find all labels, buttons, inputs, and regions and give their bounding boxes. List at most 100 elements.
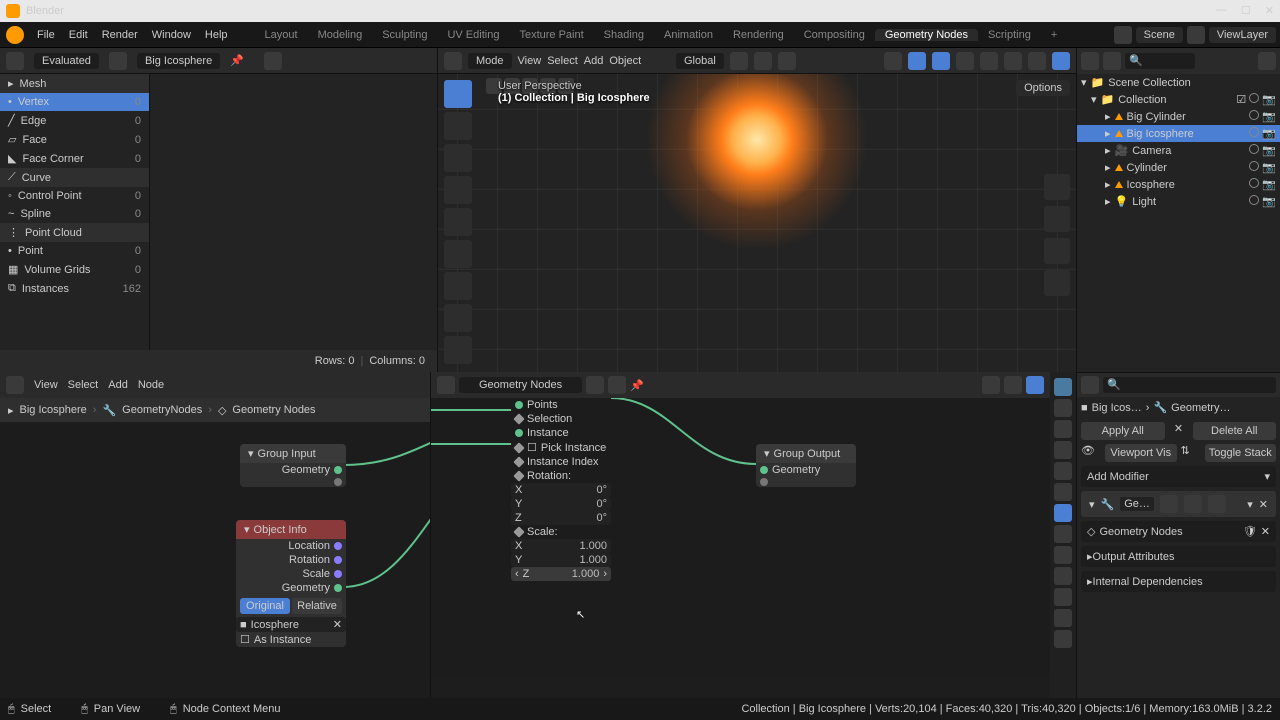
add-workspace-icon[interactable]: + <box>1041 29 1067 41</box>
node-instance-on-points[interactable]: Points Selection Instance ☐Pick Instance… <box>511 398 611 581</box>
tool-move-icon[interactable] <box>444 144 472 172</box>
blender-logo-icon[interactable] <box>6 26 24 44</box>
tab-geometry-nodes[interactable]: Geometry Nodes <box>875 29 978 41</box>
snap-icon[interactable] <box>754 52 772 70</box>
outliner-item[interactable]: ▸Big Cylinder📷 <box>1077 108 1280 125</box>
close-icon[interactable]: ✕ <box>1265 4 1274 17</box>
maximize-icon[interactable]: ☐ <box>1241 4 1251 17</box>
overlay-icon[interactable] <box>932 52 950 70</box>
toggle-stack-button[interactable]: Toggle Stack <box>1205 444 1277 462</box>
zoom-icon[interactable] <box>1044 174 1070 200</box>
render-icon[interactable] <box>1208 495 1226 513</box>
edit-mode-icon[interactable] <box>1160 495 1178 513</box>
close-icon[interactable]: ✕ <box>1169 422 1189 440</box>
domain-curve[interactable]: ⟋Curve <box>0 168 149 187</box>
editor-type-icon[interactable] <box>1081 52 1099 70</box>
menu-render[interactable]: Render <box>95 29 145 41</box>
node-group-output[interactable]: ▾Group Output Geometry <box>756 444 856 487</box>
domain-volumegrids[interactable]: ▦Volume Grids0 <box>0 260 149 279</box>
tab-shading[interactable]: Shading <box>594 29 654 41</box>
domain-instances[interactable]: ⧉Instances162 <box>0 279 149 298</box>
domain-vertex[interactable]: •Vertex0 <box>0 93 149 111</box>
menu-file[interactable]: File <box>30 29 62 41</box>
outliner-item[interactable]: ▸Icosphere📷 <box>1077 176 1280 193</box>
tab-rendering[interactable]: Rendering <box>723 29 794 41</box>
viewport-vis-icon[interactable]: 👁 <box>1081 444 1101 462</box>
editor-type-icon[interactable] <box>6 376 24 394</box>
tab-sculpting[interactable]: Sculpting <box>372 29 437 41</box>
tab-object-icon[interactable] <box>1054 483 1072 501</box>
add-modifier-dropdown[interactable]: Add Modifier▾ <box>1081 466 1276 487</box>
editor-type-icon[interactable] <box>437 376 455 394</box>
tab-physics-icon[interactable] <box>1054 546 1072 564</box>
menu-view[interactable]: View <box>518 55 542 67</box>
nodegroup-name[interactable]: Geometry Nodes <box>459 377 582 393</box>
menu-view[interactable]: View <box>34 379 58 391</box>
viewlayer-field[interactable]: ViewLayer <box>1209 27 1276 43</box>
shading-rendered-icon[interactable] <box>1052 52 1070 70</box>
menu-edit[interactable]: Edit <box>62 29 95 41</box>
scale-z[interactable]: ‹Z1.000› <box>511 567 611 581</box>
outliner-item[interactable]: ▸🎥Camera📷 <box>1077 142 1280 159</box>
tab-scene-icon[interactable] <box>1054 441 1072 459</box>
tab-uv[interactable]: UV Editing <box>437 29 509 41</box>
tool-annotate-icon[interactable] <box>444 272 472 300</box>
tool-cursor-icon[interactable] <box>444 112 472 140</box>
mode-dropdown[interactable]: Mode <box>468 53 512 69</box>
editor-type-icon[interactable] <box>6 52 24 70</box>
tool-scale-icon[interactable] <box>444 208 472 236</box>
outliner-item[interactable]: ▸Cylinder📷 <box>1077 159 1280 176</box>
shield-icon[interactable] <box>586 376 604 394</box>
tool-add-icon[interactable] <box>444 336 472 364</box>
pick-instance-checkbox[interactable]: ☐Pick Instance <box>511 440 611 455</box>
tab-viewlayer-icon[interactable] <box>1054 420 1072 438</box>
domain-face-corner[interactable]: ◣Face Corner0 <box>0 149 149 168</box>
camera-view-icon[interactable] <box>1044 238 1070 264</box>
unlink-icon[interactable] <box>608 376 626 394</box>
viewport-vis-button[interactable]: Viewport Vis <box>1105 444 1177 462</box>
scene-field[interactable]: Scene <box>1136 27 1183 43</box>
rotation-z[interactable]: Z0° <box>511 511 611 525</box>
menu-node[interactable]: Node <box>138 379 164 391</box>
node-canvas-right[interactable]: Points Selection Instance ☐Pick Instance… <box>431 398 1050 674</box>
overlay-icon[interactable] <box>1026 376 1044 394</box>
tool-select-icon[interactable] <box>444 80 472 108</box>
menu-add[interactable]: Add <box>108 379 128 391</box>
tab-modeling[interactable]: Modeling <box>308 29 373 41</box>
shading-solid-icon[interactable] <box>1004 52 1022 70</box>
object-picker[interactable]: ■Icosphere✕ <box>236 617 346 632</box>
scale-y[interactable]: Y1.000 <box>511 553 611 567</box>
tab-render-icon[interactable] <box>1054 378 1072 396</box>
tab-data-icon[interactable] <box>1054 588 1072 606</box>
tab-compositing[interactable]: Compositing <box>794 29 875 41</box>
pin-icon[interactable]: 📌 <box>230 54 244 67</box>
delete-all-button[interactable]: Delete All <box>1193 422 1277 440</box>
object-field[interactable]: Big Icosphere <box>137 53 220 69</box>
tool-rotate-icon[interactable] <box>444 176 472 204</box>
arrow-icon[interactable] <box>982 376 1000 394</box>
domain-point[interactable]: •Point0 <box>0 242 149 260</box>
editor-type-icon[interactable] <box>444 52 462 70</box>
tab-particles-icon[interactable] <box>1054 525 1072 543</box>
tab-constraints-icon[interactable] <box>1054 567 1072 585</box>
persp-ortho-icon[interactable] <box>1044 270 1070 296</box>
tab-world-icon[interactable] <box>1054 462 1072 480</box>
tab-texture[interactable]: Texture Paint <box>509 29 593 41</box>
realtime-icon[interactable] <box>1184 495 1202 513</box>
menu-help[interactable]: Help <box>198 29 235 41</box>
outliner-search[interactable] <box>1125 53 1195 69</box>
menu-select[interactable]: Select <box>547 55 578 67</box>
tab-material-icon[interactable] <box>1054 609 1072 627</box>
gizmo-icon[interactable] <box>908 52 926 70</box>
menu-select[interactable]: Select <box>68 379 99 391</box>
scene-browse-icon[interactable] <box>1114 26 1132 44</box>
toggle-original[interactable]: Original <box>240 598 290 614</box>
tab-texture-icon[interactable] <box>1054 630 1072 648</box>
menu-window[interactable]: Window <box>145 29 198 41</box>
domain-face[interactable]: ▱Face0 <box>0 130 149 149</box>
filter-icon[interactable] <box>1258 52 1276 70</box>
display-mode-icon[interactable] <box>1103 52 1121 70</box>
tab-layout[interactable]: Layout <box>255 29 308 41</box>
toggle-stack-icon[interactable]: ⇅ <box>1181 444 1201 462</box>
domain-mesh[interactable]: ▸Mesh <box>0 74 149 93</box>
